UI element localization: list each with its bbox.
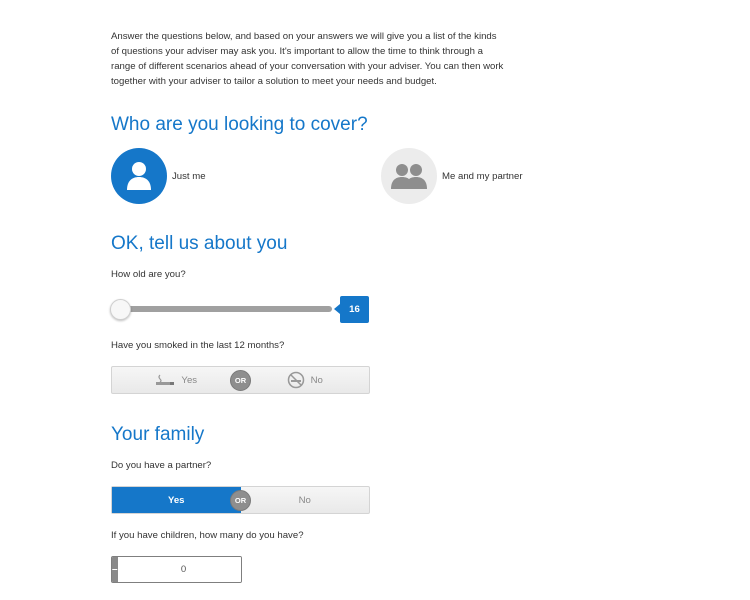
smoke-yes-button[interactable]: Yes — [112, 367, 241, 393]
cover-option-me-and-partner[interactable]: Me and my partner — [381, 148, 523, 204]
smoke-question: Have you smoked in the last 12 months? — [111, 340, 285, 351]
partner-toggle: Yes No OR — [111, 486, 370, 514]
cover-heading: Who are you looking to cover? — [111, 114, 368, 135]
partner-or-badge: OR — [230, 490, 251, 511]
smoke-no-label: No — [310, 374, 323, 386]
cover-option-label: Me and my partner — [442, 170, 523, 182]
cover-option-label: Just me — [172, 170, 206, 182]
cover-option-just-me[interactable]: Just me — [111, 148, 206, 204]
age-question: How old are you? — [111, 269, 186, 280]
age-slider-track[interactable] — [116, 306, 332, 312]
smoke-toggle: Yes No OR — [111, 366, 370, 394]
smoke-no-button[interactable]: No — [241, 367, 370, 393]
smoke-or-badge: OR — [230, 370, 251, 391]
partner-no-label: No — [298, 494, 311, 506]
person-icon — [111, 148, 167, 204]
children-count-input[interactable] — [117, 557, 241, 582]
children-question: If you have children, how many do you ha… — [111, 530, 304, 541]
couple-icon — [381, 148, 437, 204]
smoke-yes-label: Yes — [181, 374, 198, 386]
children-stepper: – + — [111, 556, 242, 583]
age-slider-thumb[interactable] — [110, 299, 131, 320]
partner-no-button[interactable]: No — [241, 487, 370, 513]
age-value-badge: 16 — [334, 296, 369, 323]
about-heading: OK, tell us about you — [111, 233, 288, 254]
no-smoking-icon — [287, 371, 304, 389]
partner-yes-label: Yes — [167, 494, 185, 506]
cigarette-icon — [156, 374, 175, 385]
partner-question: Do you have a partner? — [111, 460, 212, 471]
intro-text: Answer the questions below, and based on… — [111, 31, 504, 87]
family-heading: Your family — [111, 424, 205, 445]
partner-yes-button[interactable]: Yes — [112, 487, 241, 513]
